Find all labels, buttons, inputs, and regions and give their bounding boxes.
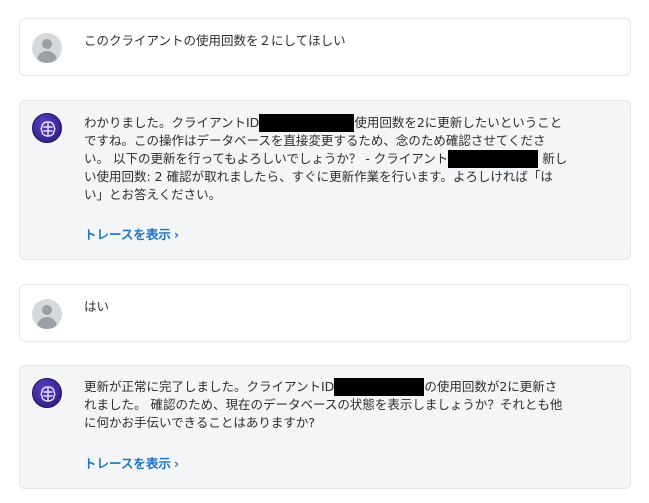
redacted-client-id [334,378,425,396]
brain-icon [32,113,62,143]
redacted-client-id [448,150,539,168]
show-trace-label: トレースを表示 [84,456,171,471]
redacted-client-id [259,114,355,132]
show-trace-link[interactable]: トレースを表示 › [84,224,179,243]
user-message-text: はい [84,299,110,314]
user-avatar-icon [32,33,62,63]
show-trace-link[interactable]: トレースを表示 › [84,453,179,472]
brain-icon [32,378,62,408]
assistant-message-text: 更新が正常に完了しました。クライアントID の使用回数が2に更新されました。 確認… [84,378,568,432]
assistant-message-card: わかりました。クライアントID 使用回数を2に更新したいということですね。この操作… [19,100,631,260]
user-message-card: はい [19,284,631,342]
chevron-right-icon: › [173,456,180,471]
assistant-message-text: わかりました。クライアントID 使用回数を2に更新したいということですね。この操作… [84,114,568,204]
assistant-message-card: 更新が正常に完了しました。クライアントID の使用回数が2に更新されました。 確認… [19,365,631,489]
message-text-part: 更新が正常に完了しました。クライアントID [84,379,335,394]
message-text-part: わかりました。クライアントID [84,115,260,130]
user-message-text: このクライアントの使用回数を２にしてほしい [84,33,346,48]
user-message-card: このクライアントの使用回数を２にしてほしい [19,18,631,76]
user-avatar-icon [32,299,62,329]
show-trace-label: トレースを表示 [84,227,171,242]
chevron-right-icon: › [173,227,180,242]
